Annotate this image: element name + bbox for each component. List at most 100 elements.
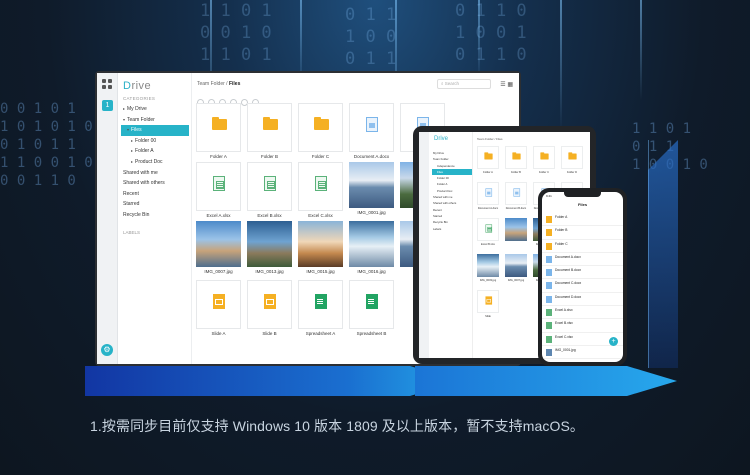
file-tile[interactable]: Spreadsheet A <box>298 280 343 336</box>
photo-thumbnail[interactable] <box>505 218 527 241</box>
file-tile[interactable]: Folder B <box>247 103 292 159</box>
photo-thumbnail[interactable] <box>196 221 241 267</box>
photo-thumbnail[interactable] <box>477 254 499 277</box>
file-tile[interactable]: Spreadsheet B <box>349 280 394 336</box>
file-name: IMG_0007.jpg <box>507 279 525 282</box>
file-tile[interactable]: Folder A <box>196 103 241 159</box>
search-input[interactable]: ⌕ Search <box>437 79 491 89</box>
file-name: Document A.docx <box>477 207 499 210</box>
xls-icon <box>546 335 552 343</box>
photo-thumbnail[interactable] <box>247 221 292 267</box>
caret-icon[interactable]: ▾ <box>123 117 125 122</box>
list-item[interactable]: Folder A <box>542 213 623 227</box>
doc-icon <box>546 295 552 303</box>
photo-thumbnail[interactable] <box>349 162 394 208</box>
categories-heading: CATEGORIES <box>123 96 156 101</box>
xls-icon <box>264 175 276 191</box>
sidebar-item[interactable]: ▸ Product Doc <box>121 157 189 168</box>
app-rail: 1 ⚙ <box>97 73 118 364</box>
file-name: Folder A <box>483 171 493 174</box>
file-tile[interactable] <box>505 182 527 205</box>
file-tile[interactable]: Excel C.xlsx <box>298 162 343 218</box>
folder-icon <box>546 229 552 237</box>
folder-icon <box>262 116 278 130</box>
caret-icon[interactable]: ▸ <box>123 106 125 111</box>
photo-thumbnail[interactable] <box>505 254 527 277</box>
sidebar-item[interactable]: ▸ Folder A <box>121 146 189 157</box>
sidebar-item[interactable]: Recycle Bin <box>121 210 189 221</box>
list-item[interactable]: Excel B.xlsx <box>542 319 623 333</box>
apps-grid-icon[interactable] <box>102 79 112 89</box>
file-tile[interactable]: Document A.docx <box>349 103 394 159</box>
file-name: Document C.docx <box>555 281 582 286</box>
sidebar-item-label: Recent <box>123 190 139 197</box>
tablet-logo: Drive <box>434 136 449 142</box>
list-item[interactable]: Document A.docx <box>542 253 623 267</box>
settings-icon[interactable]: ⚙ <box>101 344 113 356</box>
add-fab-button[interactable]: + <box>609 337 618 346</box>
sidebar-item[interactable]: ▾ Files <box>121 125 189 136</box>
tablet-folder-tree: My Drive Team Folder Independence Files Fold… <box>432 150 472 232</box>
grid-view-icon[interactable]: ▦ <box>507 82 513 88</box>
sidebar-item[interactable]: ▸ My Drive <box>121 104 189 115</box>
view-toggle[interactable]: ☰ ▦ <box>500 81 513 88</box>
caret-icon[interactable]: ▸ <box>131 159 133 164</box>
list-item[interactable]: Excel A.xlsx <box>542 306 623 320</box>
folder-icon <box>568 152 577 160</box>
rail-badge[interactable]: 1 <box>102 100 113 111</box>
tablet-rail <box>419 132 429 358</box>
list-item[interactable]: Document C.docx <box>542 279 623 293</box>
sidebar-item-label: Shared with me <box>123 169 158 176</box>
folder-icon <box>313 116 329 130</box>
photo-thumbnail[interactable] <box>349 221 394 267</box>
decor-spire-edge <box>648 140 678 368</box>
sidebar-item-label: Product Doc <box>135 158 163 165</box>
list-item[interactable]: Document D.docx <box>542 293 623 307</box>
file-tile[interactable] <box>533 146 555 169</box>
file-tile[interactable] <box>477 218 499 241</box>
doc-icon <box>546 269 552 277</box>
file-name: Folder B <box>555 228 568 233</box>
file-name: Excel C.xlsx <box>308 213 333 218</box>
sidebar-item[interactable]: ▸ Folder 00 <box>121 136 189 147</box>
sidebar-item[interactable]: Shared with others <box>121 178 189 189</box>
file-tile[interactable] <box>477 146 499 169</box>
file-tile[interactable]: Slide B <box>247 280 292 336</box>
phone-device: 9:41 Files Folder A Folder B Folder C Docum… <box>538 188 627 366</box>
list-item[interactable]: IMG_0001.jpg <box>542 346 623 360</box>
file-tile[interactable] <box>561 146 583 169</box>
file-tile[interactable] <box>477 290 499 313</box>
file-tile[interactable]: Excel A.xlsx <box>196 162 241 218</box>
sidebar-item[interactable]: Starred <box>121 199 189 210</box>
sheet-icon <box>366 293 378 309</box>
list-view-icon[interactable]: ☰ <box>500 82 505 88</box>
file-tile[interactable]: Excel B.xlsx <box>247 162 292 218</box>
sidebar-item[interactable]: Recent <box>121 189 189 200</box>
search-placeholder: Search <box>444 81 460 86</box>
folder-icon <box>512 152 521 160</box>
sheet-icon <box>315 293 327 309</box>
caret-icon[interactable]: ▸ <box>131 148 133 153</box>
sidebar-item[interactable]: Shared with me <box>121 168 189 179</box>
caret-icon[interactable]: ▸ <box>131 138 133 143</box>
caption-text: 1.按需同步目前仅支持 Windows 10 版本 1809 及以上版本，暂不支… <box>90 418 585 434</box>
file-thumbnail <box>202 109 236 139</box>
file-tile[interactable] <box>505 146 527 169</box>
doc-icon <box>513 188 520 197</box>
file-name: Document A.docx <box>353 154 390 159</box>
tablet-sidebar-item[interactable]: Labels <box>432 226 472 232</box>
breadcrumb-parent[interactable]: Team Folder <box>197 81 225 87</box>
list-item[interactable]: Document B.docx <box>542 266 623 280</box>
file-thumbnail <box>304 109 338 139</box>
file-name: Excel A.xlsx <box>206 213 231 218</box>
file-name: Document B.docx <box>505 207 527 210</box>
photo-thumbnail[interactable] <box>298 221 343 267</box>
file-tile[interactable] <box>477 182 499 205</box>
file-tile[interactable]: Folder C <box>298 103 343 159</box>
file-thumbnail <box>512 188 520 197</box>
list-item[interactable]: Folder C <box>542 240 623 253</box>
list-item[interactable]: Folder B <box>542 226 623 240</box>
file-tile[interactable]: Slide A <box>196 280 241 336</box>
sidebar-item[interactable]: ▾ Team Folder <box>121 115 189 126</box>
caret-icon[interactable]: ▾ <box>127 127 129 132</box>
